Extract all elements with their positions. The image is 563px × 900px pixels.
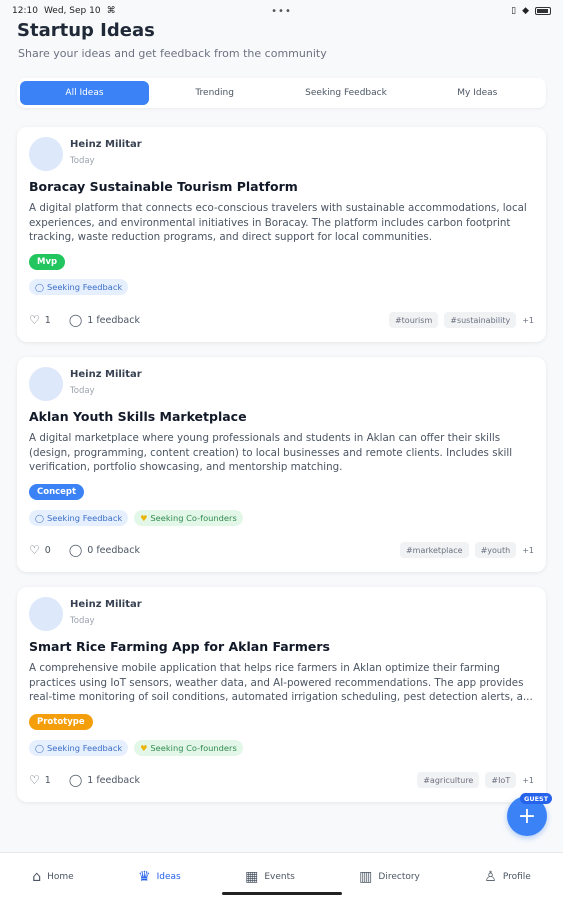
feedback-count: 1 feedback xyxy=(87,314,140,326)
home-indicator[interactable] xyxy=(222,892,342,895)
tag[interactable]: #IoT xyxy=(485,772,517,788)
feedback-button[interactable]: ◯ 0 feedback xyxy=(69,543,140,557)
vibrate-icon: ▯ xyxy=(511,6,517,16)
nav-profile[interactable]: ♙ Profile xyxy=(484,869,531,885)
seeking-feedback-badge: ◯ Seeking Feedback xyxy=(29,279,129,295)
nav-home[interactable]: ⌂ Home xyxy=(32,869,73,885)
post-date: Today xyxy=(70,616,95,626)
avatar xyxy=(29,137,63,171)
status-time: 12:10 xyxy=(12,6,38,16)
badge-label: Seeking Co-founders xyxy=(150,513,237,523)
avatar xyxy=(29,597,63,631)
status-dots: ••• xyxy=(271,5,292,17)
page-subtitle: Share your ideas and get feedback from t… xyxy=(18,47,327,60)
heart-icon: ♡ xyxy=(29,313,40,327)
user-icon: ♙ xyxy=(484,868,497,885)
chat-icon: ◯ xyxy=(35,282,44,292)
trophy-icon: ♛ xyxy=(138,868,151,885)
post-date: Today xyxy=(70,156,95,166)
badge-label: Seeking Feedback xyxy=(46,513,123,523)
idea-card[interactable]: Heinz Militar Today Boracay Sustainable … xyxy=(17,127,546,342)
idea-title[interactable]: Smart Rice Farming App for Aklan Farmers xyxy=(29,639,330,654)
more-tags: +1 xyxy=(522,775,534,785)
feedback-count: 0 feedback xyxy=(87,544,140,556)
tag[interactable]: #agriculture xyxy=(417,772,480,788)
page-title: Startup Ideas xyxy=(17,20,155,41)
nav-label: Profile xyxy=(502,871,531,882)
home-icon: ⌂ xyxy=(32,868,42,885)
more-tags: +1 xyxy=(522,315,534,325)
seeking-cofounders-badge: ♥ Seeking Co-founders xyxy=(134,740,243,756)
status-date: Wed, Sep 10 xyxy=(43,6,101,16)
nav-events[interactable]: ▦ Events xyxy=(245,869,295,885)
avatar xyxy=(29,367,63,401)
battery-icon xyxy=(535,7,551,15)
more-tags: +1 xyxy=(522,545,534,555)
idea-title[interactable]: Aklan Youth Skills Marketplace xyxy=(29,409,247,424)
idea-card[interactable]: Heinz Militar Today Aklan Youth Skills M… xyxy=(17,357,546,572)
seeking-cofounders-badge: ♥ Seeking Co-founders xyxy=(134,510,243,526)
comment-icon: ◯ xyxy=(68,543,83,557)
nav-label: Home xyxy=(47,871,74,882)
tag[interactable]: #sustainability xyxy=(444,312,517,328)
stage-badge: Mvp xyxy=(29,254,66,270)
handshake-icon: ♥ xyxy=(140,513,148,523)
feedback-button[interactable]: ◯ 1 feedback xyxy=(69,313,140,327)
idea-description: A digital marketplace where young profes… xyxy=(29,432,513,474)
like-count: 1 xyxy=(44,314,51,326)
nav-label: Events xyxy=(264,871,295,882)
tag[interactable]: #youth xyxy=(474,542,517,558)
idea-description: A comprehensive mobile application that … xyxy=(29,662,533,704)
tab-my-ideas[interactable]: My Ideas xyxy=(412,81,543,105)
building-icon: ▥ xyxy=(359,868,373,885)
idea-title[interactable]: Boracay Sustainable Tourism Platform xyxy=(29,179,298,194)
idea-card[interactable]: Heinz Militar Today Smart Rice Farming A… xyxy=(17,587,546,802)
feedback-count: 1 feedback xyxy=(87,774,140,786)
guest-badge: GUEST xyxy=(520,793,553,804)
badge-label: Seeking Feedback xyxy=(46,743,123,753)
seeking-feedback-badge: ◯ Seeking Feedback xyxy=(29,510,129,526)
chat-icon: ◯ xyxy=(35,513,44,523)
notification-icon: ⌘ xyxy=(106,6,116,16)
comment-icon: ◯ xyxy=(68,773,83,787)
tag[interactable]: #tourism xyxy=(388,312,439,328)
chat-icon: ◯ xyxy=(35,743,44,753)
badge-label: Seeking Feedback xyxy=(46,282,123,292)
stage-badge: Prototype xyxy=(29,714,93,730)
tab-seeking-feedback[interactable]: Seeking Feedback xyxy=(280,81,411,105)
idea-description: A digital platform that connects eco-con… xyxy=(29,202,527,244)
wifi-icon: ◆ xyxy=(522,6,529,16)
feedback-button[interactable]: ◯ 1 feedback xyxy=(69,773,140,787)
tag[interactable]: #marketplace xyxy=(399,542,469,558)
comment-icon: ◯ xyxy=(68,313,83,327)
filter-tabs: All Ideas Trending Seeking Feedback My I… xyxy=(17,78,546,108)
plus-icon: + xyxy=(517,803,537,829)
stage-badge: Concept xyxy=(29,484,85,500)
heart-icon: ♡ xyxy=(29,543,40,557)
seeking-feedback-badge: ◯ Seeking Feedback xyxy=(29,740,129,756)
author-name: Heinz Militar xyxy=(70,139,142,150)
nav-ideas[interactable]: ♛ Ideas xyxy=(138,869,181,885)
post-date: Today xyxy=(70,386,95,396)
like-button[interactable]: ♡ 0 xyxy=(29,543,51,557)
nav-directory[interactable]: ▥ Directory xyxy=(359,869,420,885)
like-button[interactable]: ♡ 1 xyxy=(29,773,51,787)
author-name: Heinz Militar xyxy=(70,599,142,610)
status-bar: 12:10 Wed, Sep 10 ⌘ ••• ▯ ◆ xyxy=(0,0,563,22)
nav-label: Directory xyxy=(378,871,420,882)
tab-all-ideas[interactable]: All Ideas xyxy=(20,81,149,105)
like-button[interactable]: ♡ 1 xyxy=(29,313,51,327)
badge-label: Seeking Co-founders xyxy=(150,743,237,753)
handshake-icon: ♥ xyxy=(140,743,148,753)
tab-trending[interactable]: Trending xyxy=(149,81,280,105)
nav-label: Ideas xyxy=(156,871,181,882)
like-count: 1 xyxy=(44,774,51,786)
author-name: Heinz Militar xyxy=(70,369,142,380)
calendar-icon: ▦ xyxy=(245,868,259,885)
heart-icon: ♡ xyxy=(29,773,40,787)
like-count: 0 xyxy=(44,544,51,556)
